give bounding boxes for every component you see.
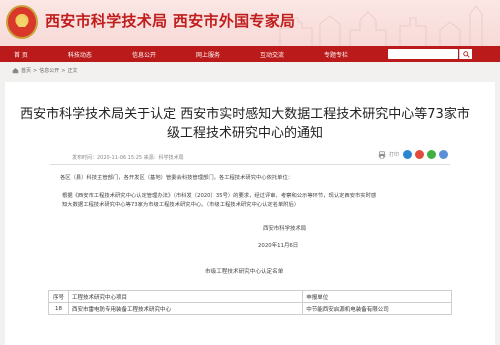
skyline-decoration-icon [279,5,483,46]
table-row: 18 西安市雷电防专用装备工程技术研究中心 中节能西安启源机电装备有限公司 [48,302,452,315]
site-header: 西安市科学技术局 西安市外国专家局 [0,0,500,46]
main-paragraph-line1: 根据《西安市工程技术研究中心认定管理办法》（市科发〔2020〕35号）的要求，经… [62,193,377,199]
print-icon[interactable] [378,150,386,159]
list-title: 市级工程技术研究中心认定名单 [205,269,284,275]
breadcrumb-separator: > [33,67,38,74]
nav-item-home[interactable]: 首 页 [0,50,28,59]
table-cell: 18 [48,302,69,315]
share-qq-icon[interactable] [439,150,448,159]
breadcrumb-current: 正文 [67,68,78,74]
table-header-row: 序号 工程技术研究中心项目 申报单位 [48,290,452,303]
nav-item-special-topics[interactable]: 专题专栏 [284,50,348,59]
share-wechat-icon[interactable] [427,150,436,159]
certified-centers-table: 序号 工程技术研究中心项目 申报单位 18 西安市雷电防专用装备工程技术研究中心… [48,290,452,315]
signature-organization: 西安市科学技术局 [263,226,307,232]
breadcrumb-home[interactable]: 首页 [21,67,31,74]
greeting-paragraph: 各区（县）科技主管部门，各开发区（基地）管委会科技管理部门，各工程技术研究中心依… [60,175,294,181]
article-title-line2: 级工程技术研究中心的通知 [166,126,323,141]
table-header-cell: 工程技术研究中心项目 [67,290,304,303]
main-nav: 首 页 科技动态 信息公开 网上服务 互动交流 专题专栏 [0,46,500,62]
nav-item-info-disclosure[interactable]: 信息公开 [92,50,156,59]
table-header-cell: 序号 [48,290,69,303]
share-bar: 打印 [378,150,448,159]
article-title-line1: 西安市科学技术局关于认定 西安市实时感知大数据工程技术研究中心等73家市 [20,107,470,122]
search-button[interactable] [459,49,472,59]
breadcrumb: 首页 > 信息公开 > 正文 [12,67,77,74]
home-icon [12,68,19,74]
title-divider [50,164,450,165]
search-icon [462,50,470,58]
table-cell: 西安市雷电防专用装备工程技术研究中心 [67,302,304,315]
nav-item-interaction[interactable]: 互动交流 [220,50,284,59]
search-input[interactable] [388,49,458,59]
breadcrumb-separator: > [61,67,66,74]
nav-item-tech-news[interactable]: 科技动态 [28,50,92,59]
signature-date: 2020年11月6日 [258,243,299,249]
main-paragraph-line2: 知大数据工程技术研究中心等73家为市级工程技术研究中心。（市级工程技术研究中心认… [62,202,300,208]
table-cell: 中节能西安启源机电装备有限公司 [302,302,452,315]
share-qzone-icon[interactable] [403,150,412,159]
nav-item-online-service[interactable]: 网上服务 [156,50,220,59]
article-meta: 发布时间：2020-11-06 15:25 来源：科学技术局 [72,155,184,161]
site-title[interactable]: 西安市科学技术局 西安市外国专家局 [45,10,295,31]
table-header-cell: 申报单位 [302,290,452,303]
national-emblem-icon [6,5,38,39]
share-weibo-icon[interactable] [415,150,424,159]
print-label[interactable]: 打印 [389,151,399,158]
breadcrumb-info-disclosure[interactable]: 信息公开 [39,67,59,74]
